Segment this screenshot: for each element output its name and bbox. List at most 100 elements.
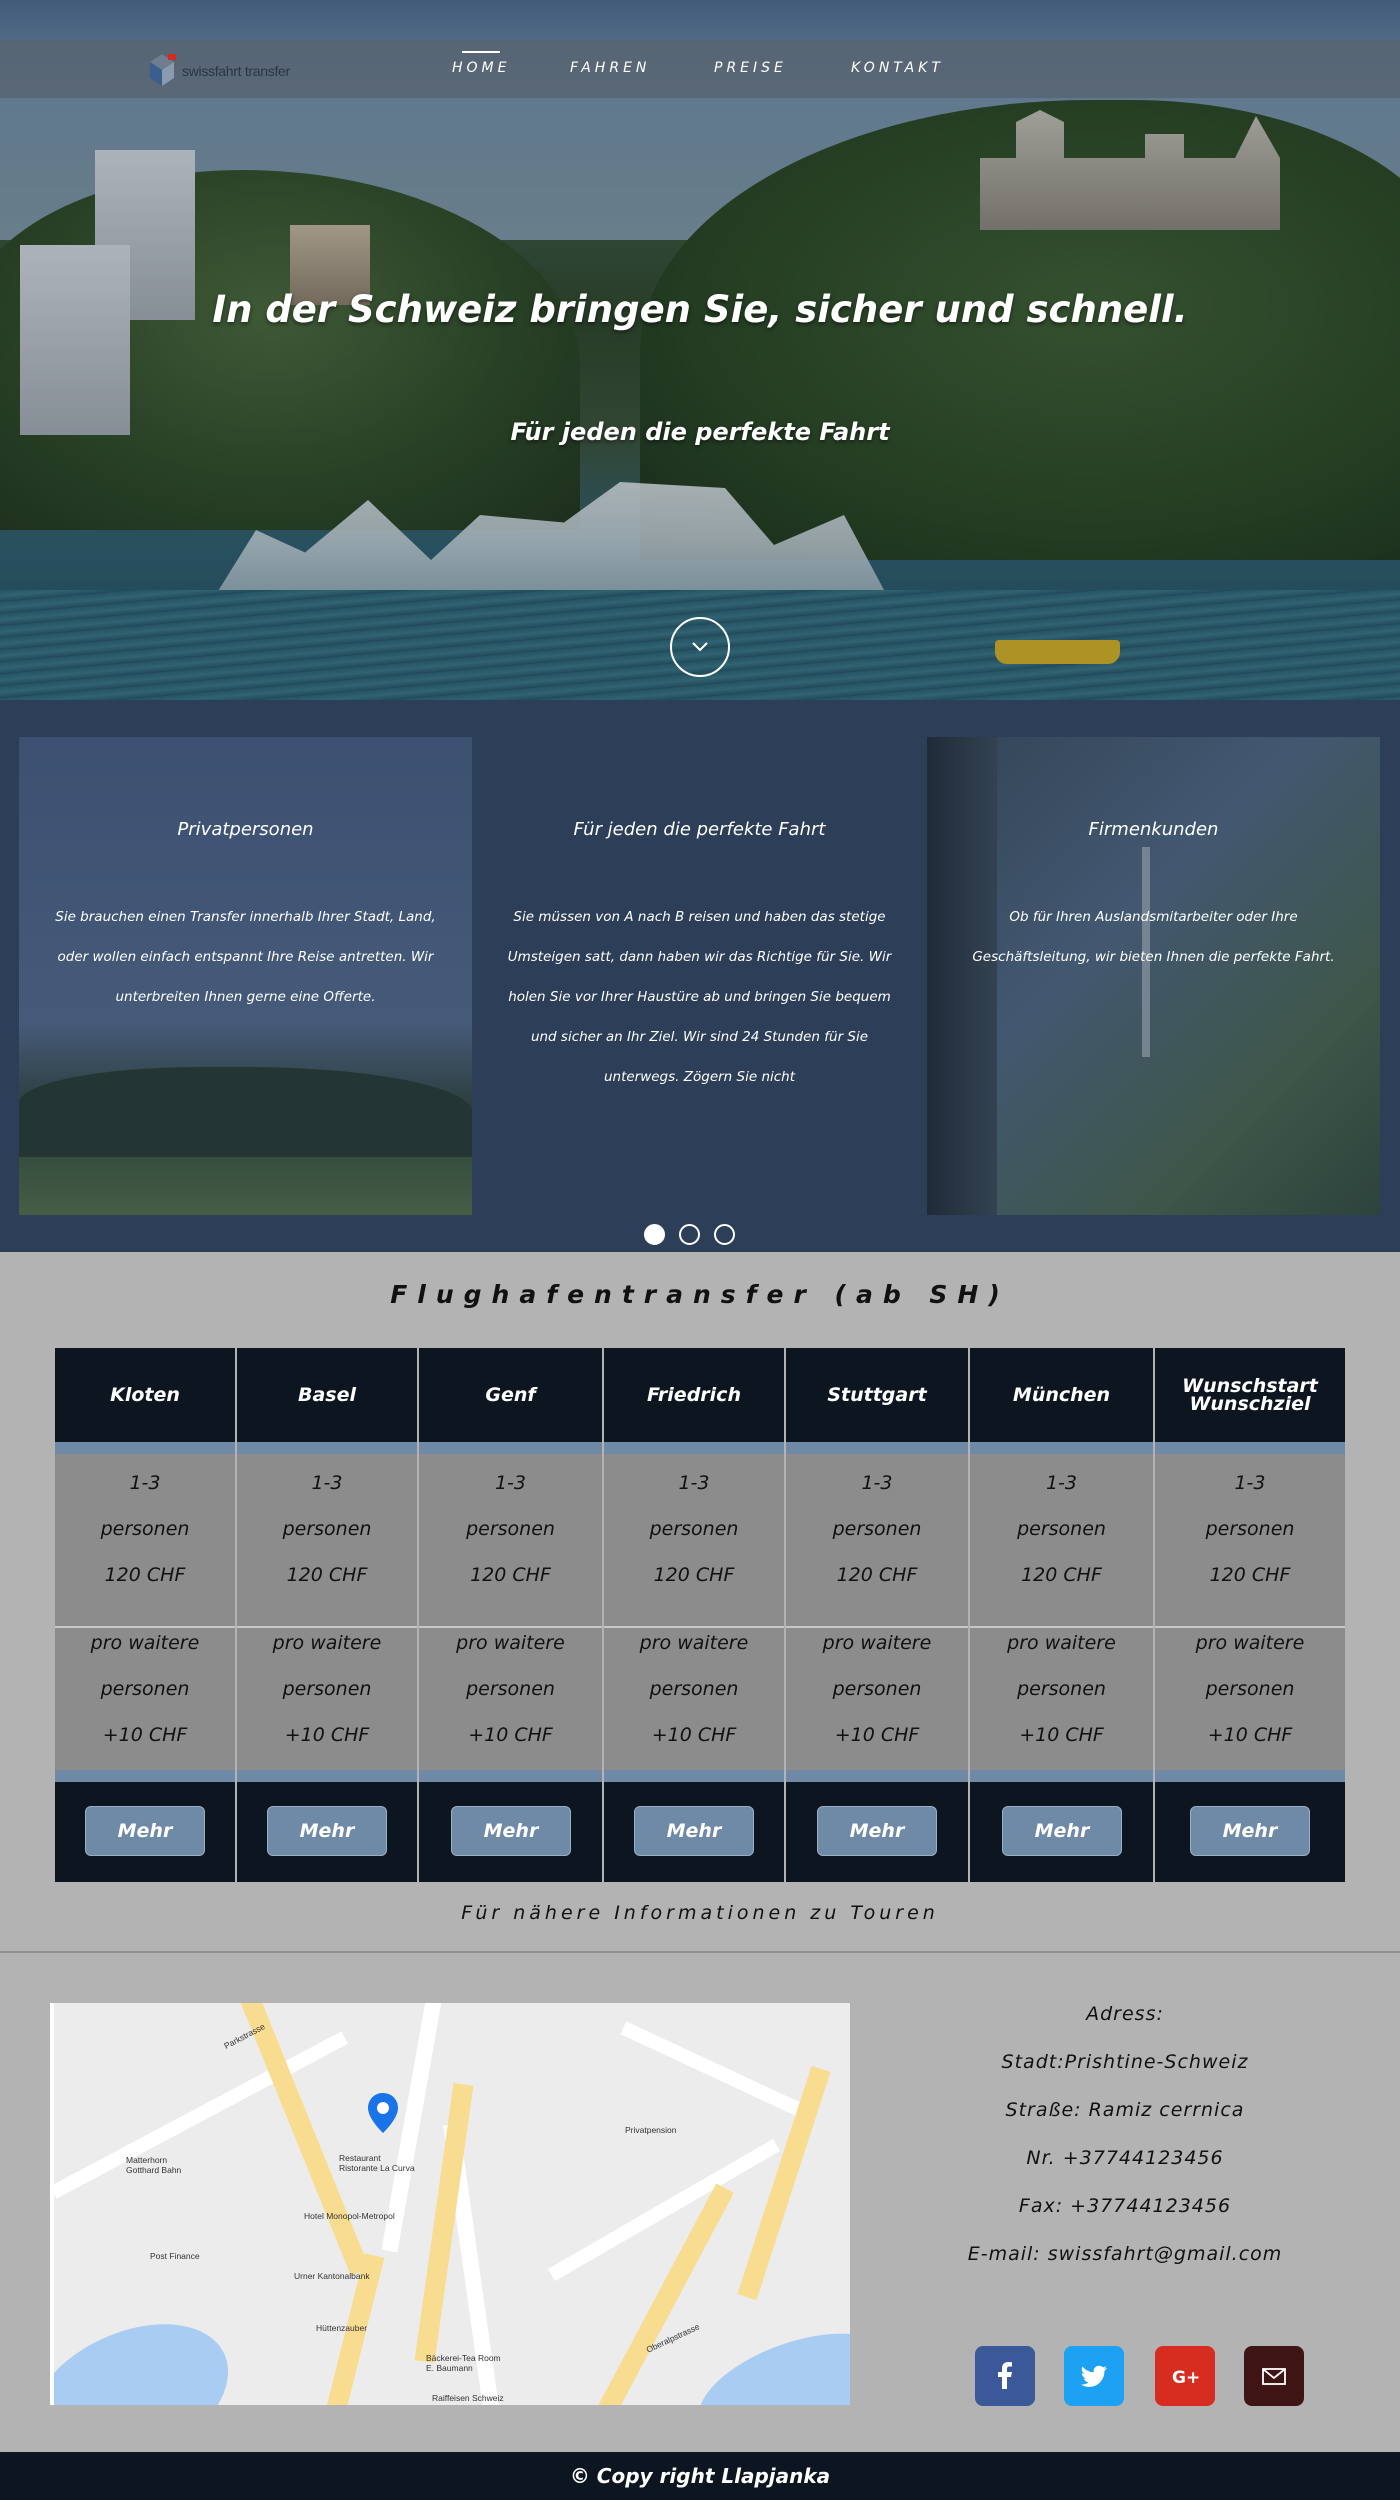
extra-block: pro waitere personen +10 CHF <box>237 1620 417 1758</box>
extra-price: +10 CHF <box>1207 1724 1293 1746</box>
base-price: 120 CHF <box>653 1564 735 1586</box>
slider-dot-3[interactable] <box>714 1224 735 1245</box>
contact-phone: Nr. +37744123456 <box>1026 2147 1224 2169</box>
destination-label: Stuttgart <box>827 1384 927 1406</box>
map-label: Matterhorn Gotthard Bahn <box>126 2155 182 2175</box>
band <box>1155 1442 1345 1454</box>
base-price: 120 CHF <box>286 1564 368 1586</box>
contact-city: Stadt:Prishtine-Schweiz <box>1001 2051 1249 2073</box>
map-label: Bäckerei-Tea Room E. Baumann <box>426 2353 501 2373</box>
price-column: Kloten 1-3 personen 120 CHF pro waitere perso… <box>55 1348 235 1882</box>
card-title: Für jeden die perfekte Fahrt <box>573 819 826 840</box>
scroll-down-button[interactable] <box>670 617 730 677</box>
location-pin-icon[interactable] <box>366 2091 400 2135</box>
extra-label: pro waitere <box>456 1632 565 1654</box>
contact-fax: Fax: +37744123456 <box>1018 2195 1232 2217</box>
base-price: 120 CHF <box>470 1564 551 1586</box>
card-firmenkunden[interactable]: Firmenkunden Ob für Ihren Auslandsmitarb… <box>927 737 1380 1215</box>
extra-unit: personen <box>832 1678 922 1700</box>
persons-range: 1-3 <box>129 1472 161 1494</box>
twitter-button[interactable] <box>1064 2346 1124 2406</box>
mehr-button[interactable]: Mehr <box>451 1806 571 1856</box>
band <box>55 1442 235 1454</box>
slider-dots <box>644 1224 756 1246</box>
mehr-button[interactable]: Mehr <box>817 1806 937 1856</box>
contact-email[interactable]: E-mail: swissfahrt@gmail.com <box>900 2230 1350 2278</box>
price-column-foot: Mehr <box>1155 1782 1345 1882</box>
price-column: München 1-3 personen 120 CHF pro waitere pers… <box>970 1348 1153 1882</box>
persons-range: 1-3 <box>1045 1472 1078 1494</box>
map-label: Privatpension <box>625 2125 677 2135</box>
mehr-button[interactable]: Mehr <box>85 1806 205 1856</box>
nav-fahren[interactable]: FAHREN <box>570 60 650 76</box>
hero-section: swissfahrt transfer HOME FAHREN PREISE K… <box>0 0 1400 700</box>
mail-icon <box>1262 2368 1286 2385</box>
extra-unit: personen <box>649 1678 739 1700</box>
band <box>1155 1770 1345 1782</box>
extra-block: pro waitere personen +10 CHF <box>1155 1620 1345 1758</box>
destination-label: München <box>1012 1384 1111 1406</box>
section-divider <box>0 1951 1400 1953</box>
price-column-foot: Mehr <box>970 1782 1153 1882</box>
extra-price: +10 CHF <box>1019 1724 1104 1746</box>
contact-info: Adress: Stadt:Prishtine-Schweiz Straße: … <box>900 1990 1350 2278</box>
price-column-head: München <box>970 1348 1153 1442</box>
extra-unit: personen <box>282 1678 372 1700</box>
band <box>55 1770 235 1782</box>
facebook-button[interactable] <box>975 2346 1035 2406</box>
google-plus-button[interactable]: G+ <box>1155 2346 1215 2406</box>
extra-price: +10 CHF <box>834 1724 920 1746</box>
card-privatpersonen[interactable]: Privatpersonen Sie brauchen einen Transf… <box>19 737 472 1215</box>
mehr-button[interactable]: Mehr <box>1002 1806 1122 1856</box>
band <box>419 1770 602 1782</box>
mehr-button[interactable]: Mehr <box>1190 1806 1310 1856</box>
pricing-table: Kloten 1-3 personen 120 CHF pro waitere perso… <box>55 1348 1345 1882</box>
price-column-foot: Mehr <box>604 1782 784 1882</box>
mehr-button[interactable]: Mehr <box>267 1806 387 1856</box>
band <box>970 1770 1153 1782</box>
map-water <box>54 2294 252 2405</box>
band <box>237 1442 417 1454</box>
nav-home[interactable]: HOME <box>452 51 510 76</box>
nav-kontakt[interactable]: KONTAKT <box>851 60 944 76</box>
logo-text: swissfahrt transfer <box>182 63 290 79</box>
extra-block: pro waitere personen +10 CHF <box>970 1620 1153 1758</box>
band <box>604 1770 784 1782</box>
extra-block: pro waitere personen +10 CHF <box>604 1620 784 1758</box>
extra-unit: personen <box>1017 1678 1106 1700</box>
card-perfekte-fahrt[interactable]: Für jeden die perfekte Fahrt Sie müssen … <box>473 737 926 1215</box>
footer: © Copy right Llapjanka <box>0 2452 1400 2500</box>
logo[interactable]: swissfahrt transfer <box>146 50 316 90</box>
band <box>786 1770 968 1782</box>
map-water <box>684 2311 850 2405</box>
location-map[interactable]: Parkstrasse Matterhorn Gotthard Bahn Res… <box>50 2003 850 2405</box>
persons-range: 1-3 <box>311 1472 343 1494</box>
destination-label: Friedrich <box>647 1384 741 1406</box>
destination-label: Wunschstart Wunschziel <box>1182 1375 1318 1415</box>
extra-price: +10 CHF <box>651 1724 737 1746</box>
extra-label: pro waitere <box>1007 1632 1116 1654</box>
persons-unit: personen <box>832 1518 922 1540</box>
card-text: Sie brauchen einen Transfer innerhalb Ih… <box>55 909 436 1005</box>
card-title: Firmenkunden <box>1088 819 1219 840</box>
slider-dot-1[interactable] <box>644 1224 665 1245</box>
nav-preise[interactable]: PREISE <box>714 60 787 76</box>
mehr-button[interactable]: Mehr <box>634 1806 754 1856</box>
hero-subtitle: Für jeden die perfekte Fahrt <box>510 418 890 446</box>
persons-unit: personen <box>282 1518 372 1540</box>
chevron-down-icon <box>692 642 708 652</box>
services-slider: Privatpersonen Sie brauchen einen Transf… <box>0 700 1400 1252</box>
twitter-icon <box>1080 2365 1107 2387</box>
extra-label: pro waitere <box>822 1632 932 1654</box>
band <box>786 1442 968 1454</box>
band <box>419 1442 602 1454</box>
destination-label: Kloten <box>110 1384 180 1406</box>
mail-button[interactable] <box>1244 2346 1304 2406</box>
price-block: 1-3 personen 120 CHF <box>55 1460 235 1598</box>
contact-address-label: Adress: <box>1086 2003 1164 2025</box>
slider-dot-2[interactable] <box>679 1224 700 1245</box>
extra-block: pro waitere personen +10 CHF <box>55 1620 235 1758</box>
map-label: Raiffeisen Schweiz <box>432 2393 504 2403</box>
map-road-main <box>238 2003 370 2276</box>
destination-label: Genf <box>485 1384 536 1406</box>
